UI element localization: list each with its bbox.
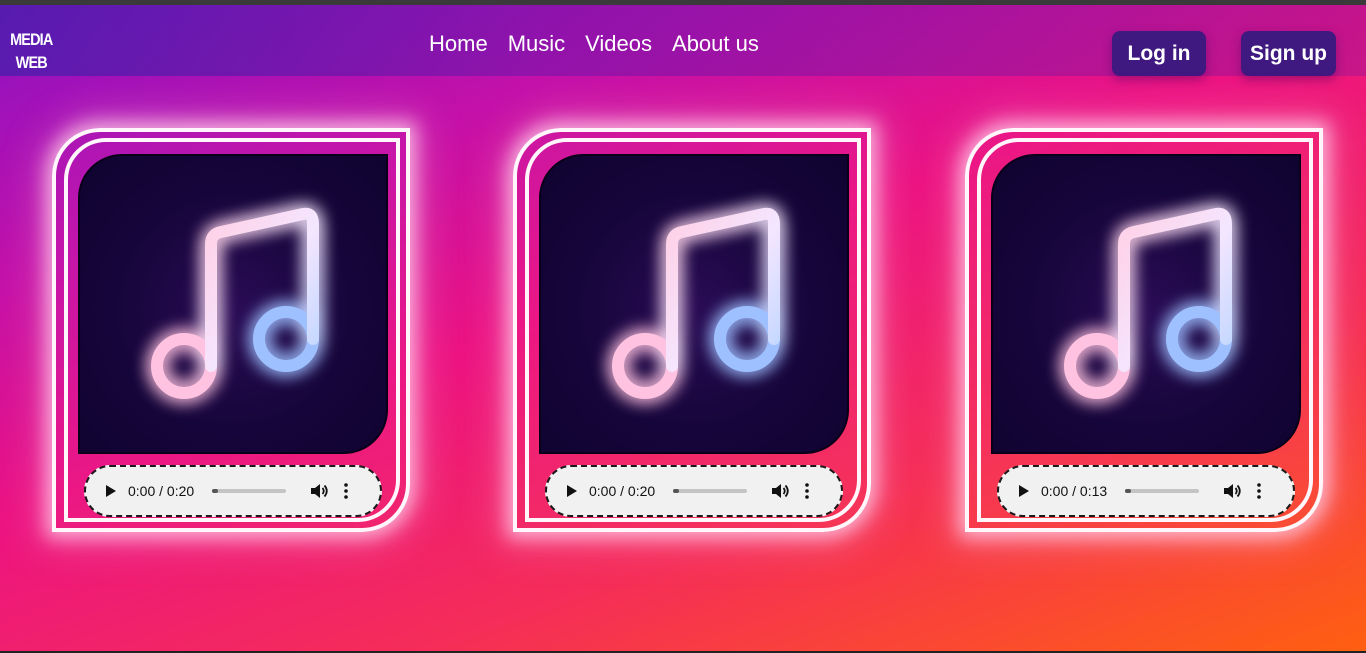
audio-progress-bar[interactable] <box>1125 489 1199 493</box>
audio-player: 0:00 / 0:20 <box>84 465 382 517</box>
volume-icon[interactable] <box>310 483 328 499</box>
nav-link-music[interactable]: Music <box>508 31 565 57</box>
music-artwork <box>991 154 1301 454</box>
music-artwork <box>539 154 849 454</box>
audio-progress-fill <box>212 489 218 493</box>
nav-link-about-us[interactable]: About us <box>672 31 759 57</box>
volume-icon[interactable] <box>771 483 789 499</box>
login-button[interactable]: Log in <box>1112 31 1206 76</box>
play-icon[interactable] <box>106 485 116 497</box>
audio-time: 0:00 / 0:20 <box>589 483 656 499</box>
music-card: 0:00 / 0:20 <box>52 128 410 532</box>
logo-line-1: MEDIA <box>10 30 53 49</box>
music-card: 0:00 / 0:20 <box>513 128 871 532</box>
more-options-icon[interactable] <box>344 483 348 499</box>
nav-link-videos[interactable]: Videos <box>585 31 652 57</box>
more-options-icon[interactable] <box>1257 483 1261 499</box>
more-options-icon[interactable] <box>805 483 809 499</box>
music-note-icon <box>1064 207 1232 399</box>
volume-icon[interactable] <box>1223 483 1241 499</box>
play-icon[interactable] <box>1019 485 1029 497</box>
audio-progress-bar[interactable] <box>212 489 286 493</box>
audio-progress-fill <box>673 489 679 493</box>
music-note-icon <box>151 207 319 399</box>
audio-player: 0:00 / 0:13 <box>997 465 1295 517</box>
audio-time: 0:00 / 0:13 <box>1041 483 1108 499</box>
top-navbar: MEDIA WEB Home Music Videos About us Log… <box>0 5 1366 76</box>
music-artwork <box>78 154 388 454</box>
audio-player: 0:00 / 0:20 <box>545 465 843 517</box>
play-icon[interactable] <box>567 485 577 497</box>
logo-line-2: WEB <box>15 53 48 72</box>
nav-link-home[interactable]: Home <box>429 31 488 57</box>
main-nav: Home Music Videos About us <box>429 31 759 57</box>
audio-progress-bar[interactable] <box>673 489 747 493</box>
music-card: 0:00 / 0:13 <box>965 128 1323 532</box>
signup-button[interactable]: Sign up <box>1241 31 1336 76</box>
audio-time: 0:00 / 0:20 <box>128 483 195 499</box>
music-note-icon <box>612 207 780 399</box>
audio-progress-fill <box>1125 489 1131 493</box>
site-logo[interactable]: MEDIA WEB <box>10 28 53 74</box>
